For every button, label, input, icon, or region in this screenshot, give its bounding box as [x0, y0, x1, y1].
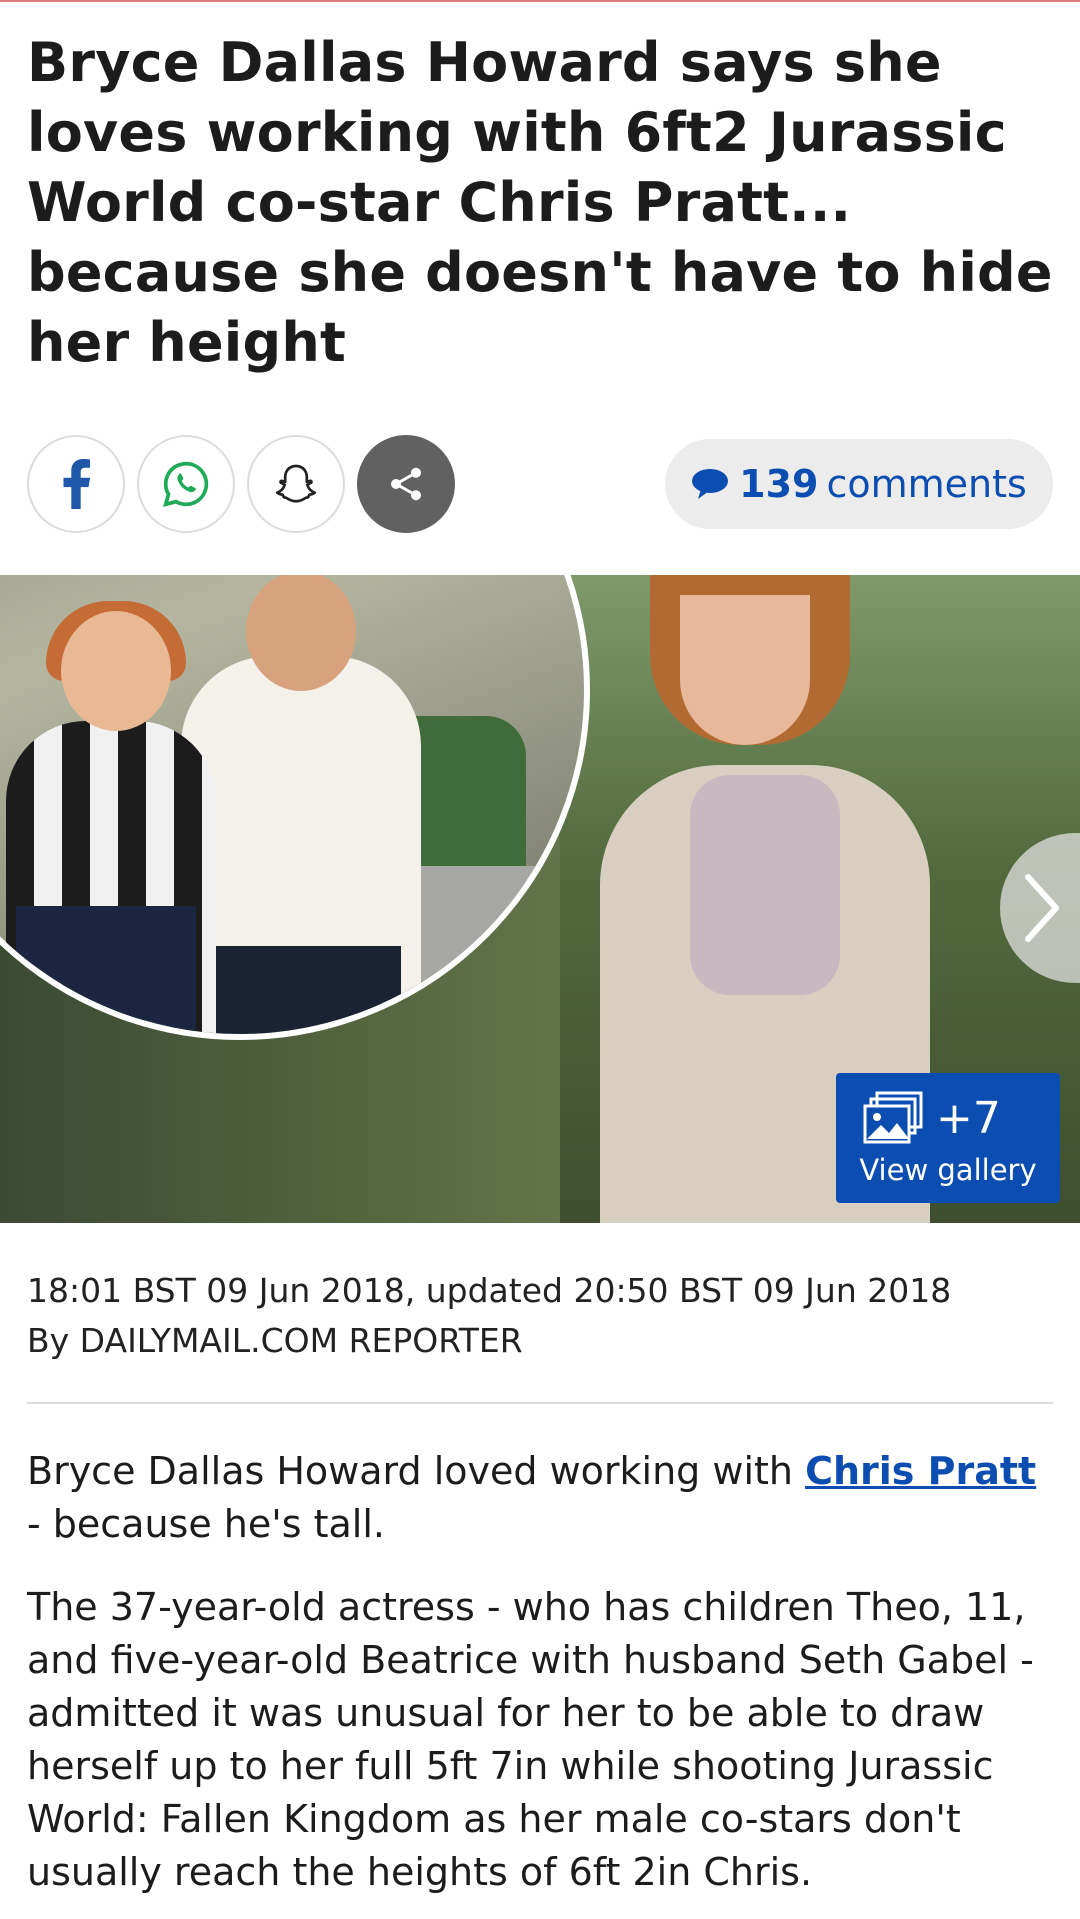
hero-woman-face: [680, 595, 810, 745]
facebook-icon: [63, 459, 91, 509]
comments-button[interactable]: 139 comments: [665, 439, 1053, 529]
inset-woman-head: [61, 611, 171, 731]
comments-count: 139: [739, 462, 819, 506]
article-headline: Bryce Dallas Howard says she loves worki…: [27, 31, 1053, 374]
inset-man-head: [246, 575, 356, 691]
comments-label: comments: [826, 462, 1027, 506]
hero-woman-top: [690, 775, 840, 995]
view-gallery-button[interactable]: +7 View gallery: [836, 1073, 1060, 1203]
top-accent-line: [0, 0, 1080, 2]
gallery-count: +7: [936, 1093, 1001, 1144]
article-meta: 18:01 BST 09 Jun 2018, updated 20:50 BST…: [27, 1266, 1057, 1366]
snapchat-icon: [275, 464, 317, 503]
hero-image[interactable]: +7 View gallery: [0, 575, 1080, 1223]
whatsapp-icon: [163, 461, 209, 507]
facebook-share-button[interactable]: [27, 435, 125, 533]
inset-man-jeans: [201, 946, 401, 1034]
article-timestamp: 18:01 BST 09 Jun 2018, updated 20:50 BST…: [27, 1271, 952, 1310]
inset-woman-skirt: [16, 906, 196, 1034]
share-icon: [391, 467, 421, 501]
article-paragraph-2: The 37-year-old actress - who has childr…: [27, 1585, 1034, 1894]
article-byline: By DAILYMAIL.COM REPORTER: [27, 1321, 523, 1360]
paragraph-text: - because he's tall.: [27, 1502, 385, 1546]
article-paragraph-1: Bryce Dallas Howard loved working with C…: [27, 1445, 1057, 1551]
divider: [27, 1402, 1053, 1404]
gallery-icon: [863, 1091, 923, 1144]
chevron-right-icon: [1025, 874, 1059, 942]
paragraph-text: Bryce Dallas Howard loved working with: [27, 1449, 806, 1493]
share-button[interactable]: [357, 435, 455, 533]
whatsapp-share-button[interactable]: [137, 435, 235, 533]
chris-pratt-link[interactable]: Chris Pratt: [805, 1449, 1036, 1493]
gallery-label: View gallery: [859, 1153, 1037, 1187]
hero-inset-photo: [0, 575, 590, 1040]
snapchat-share-button[interactable]: [247, 435, 345, 533]
comment-bubble-icon: [692, 469, 729, 499]
share-bar: 139 comments: [27, 435, 1053, 533]
